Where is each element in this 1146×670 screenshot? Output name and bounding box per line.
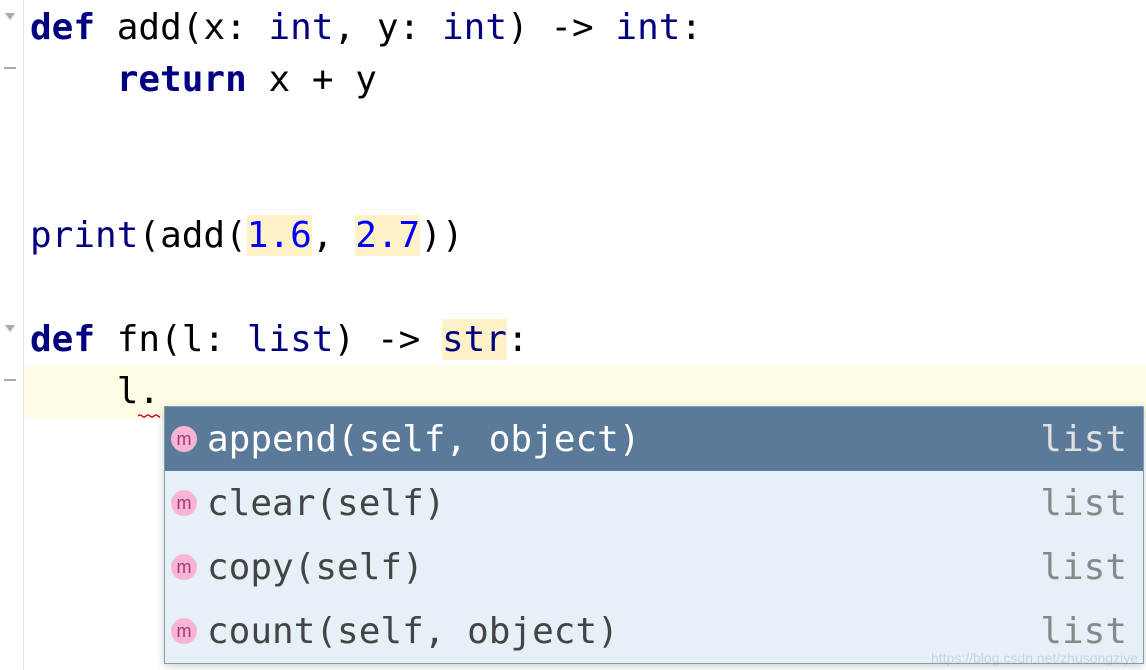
completion-item[interactable]: m append(self, object) list bbox=[165, 407, 1143, 471]
dot-operator: . bbox=[138, 371, 160, 412]
code-line[interactable]: def add(x: int, y: int) -> int: bbox=[24, 2, 1146, 54]
completion-popup[interactable]: m append(self, object) list m clear(self… bbox=[164, 406, 1144, 664]
keyword-def: def bbox=[30, 7, 95, 48]
number-literal: 1.6 bbox=[247, 215, 312, 256]
editor-gutter bbox=[0, 0, 24, 670]
method-icon: m bbox=[171, 490, 197, 516]
number-literal: 2.7 bbox=[355, 215, 420, 256]
arrow: -> bbox=[550, 7, 593, 48]
return-type: str bbox=[442, 319, 507, 360]
builtin-print: print bbox=[30, 215, 138, 256]
fold-end-icon bbox=[2, 60, 18, 76]
code-line[interactable]: print(add(1.6, 2.7)) bbox=[24, 210, 1146, 262]
param: y bbox=[377, 7, 399, 48]
code-line[interactable]: return x + y bbox=[24, 54, 1146, 106]
completion-type: list bbox=[1040, 547, 1127, 588]
completion-label: copy(self) bbox=[207, 547, 1040, 588]
code-line[interactable] bbox=[24, 158, 1146, 210]
completion-type: list bbox=[1040, 611, 1127, 652]
fold-marker-icon[interactable] bbox=[2, 8, 18, 24]
return-type: int bbox=[615, 7, 680, 48]
code-line[interactable] bbox=[24, 262, 1146, 314]
param: x bbox=[203, 7, 225, 48]
method-icon: m bbox=[171, 554, 197, 580]
completion-item[interactable]: m copy(self) list bbox=[165, 535, 1143, 599]
type-annotation: int bbox=[269, 7, 334, 48]
completion-type: list bbox=[1040, 483, 1127, 524]
code-editor[interactable]: def add(x: int, y: int) -> int: return x… bbox=[24, 0, 1146, 418]
code-line[interactable] bbox=[24, 106, 1146, 158]
call-name: add bbox=[160, 215, 225, 256]
method-icon: m bbox=[171, 618, 197, 644]
fold-end-icon bbox=[2, 372, 18, 388]
completion-label: append(self, object) bbox=[207, 419, 1040, 460]
type-annotation: int bbox=[442, 7, 507, 48]
keyword-return: return bbox=[117, 59, 247, 100]
function-name: add bbox=[117, 7, 182, 48]
completion-item[interactable]: m clear(self) list bbox=[165, 471, 1143, 535]
type-annotation: list bbox=[247, 319, 334, 360]
watermark-text: https://blog.csdn.net/zhusongziye bbox=[931, 650, 1138, 666]
keyword-def: def bbox=[30, 319, 95, 360]
fold-marker-icon[interactable] bbox=[2, 320, 18, 336]
completion-label: count(self, object) bbox=[207, 611, 1040, 652]
completion-label: clear(self) bbox=[207, 483, 1040, 524]
function-name: fn bbox=[117, 319, 160, 360]
method-icon: m bbox=[171, 426, 197, 452]
completion-type: list bbox=[1040, 419, 1127, 460]
variable: l bbox=[117, 371, 139, 412]
param: l bbox=[182, 319, 204, 360]
code-line[interactable]: def fn(l: list) -> str: bbox=[24, 314, 1146, 366]
arrow: -> bbox=[377, 319, 420, 360]
